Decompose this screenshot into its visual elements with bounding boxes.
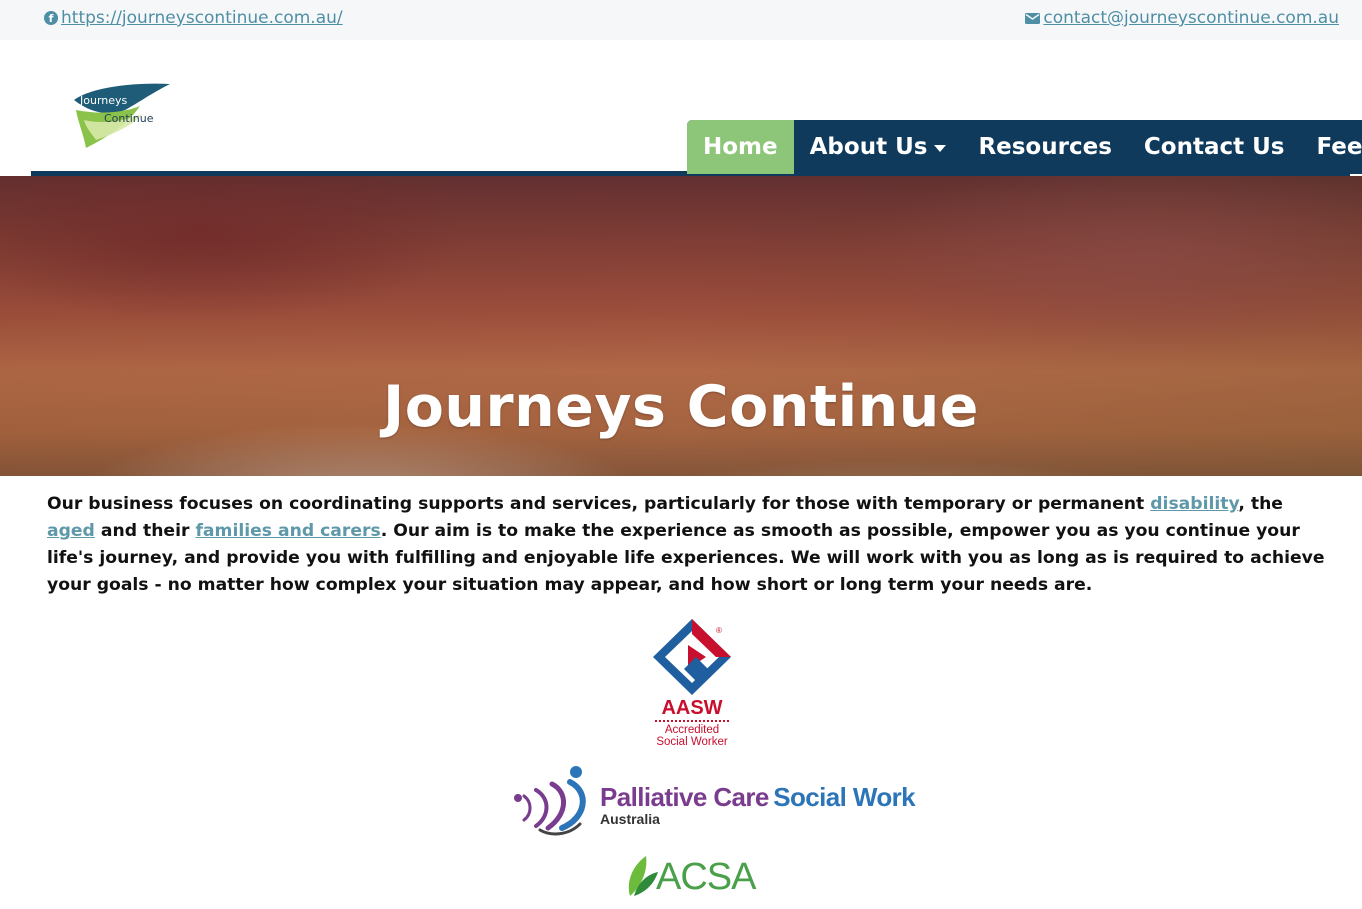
logo-line1: Journeys [79,94,128,107]
intro-paragraph: Our business focuses on coordinating sup… [47,491,1332,599]
aasw-name: AASW [661,697,723,719]
hero-title: Journeys Continue [383,374,979,440]
intro-text-1: Our business focuses on coordinating sup… [47,494,1151,514]
nav-home[interactable]: Home [687,120,794,174]
facebook-link[interactable]: f https://journeyscontinue.com.au/ [44,8,343,28]
pcsw-part1: Palliative Care [600,782,769,812]
main-nav: Home About Us Resources Contact Us Fees [687,120,1362,174]
intro-text-3: and their [94,521,196,541]
aasw-divider [655,720,729,722]
nav-contact-label: Contact Us [1143,134,1285,160]
families-carers-link[interactable]: families and carers [195,521,380,541]
hero-banner: Journeys Continue [0,176,1362,476]
site-logo[interactable]: Journeys Continue [70,80,175,152]
pcsw-part2: Social Work [773,782,915,812]
nav-fees-label: Fees [1316,134,1362,160]
logo-graphic: Journeys Continue [74,83,170,148]
intro-text-2: , the [1238,494,1283,514]
top-bar: f https://journeyscontinue.com.au/ conta… [0,0,1362,40]
pcsw-logo-icon [514,766,586,836]
logo-line2: Continue [104,112,154,125]
aasw-line1: Accredited [664,724,720,736]
pcsw-text: Palliative Care Social Work Australia [600,782,916,827]
aasw-label: AASW Accredited Social Worker [648,697,736,748]
envelope-icon [1025,12,1041,24]
aasw-badge: ® AASW Accredited Social Worker [648,617,736,753]
nav-fees[interactable]: Fees [1300,120,1362,174]
aasw-line2: Social Worker [656,736,728,748]
acsa-name: ACSA [656,856,756,898]
facebook-icon: f [44,11,58,25]
registered-mark: ® [716,626,722,635]
nav-contact-us[interactable]: Contact Us [1128,120,1301,174]
nav-resources[interactable]: Resources [962,120,1127,174]
acsa-badge: ACSA [624,852,764,900]
nav-resources-label: Resources [978,134,1112,160]
leaf-icon [628,856,658,896]
disability-link[interactable]: disability [1150,494,1238,514]
nav-about-label: About Us [809,134,928,160]
pcsw-sub: Australia [600,811,660,827]
email-link[interactable]: contact@journeyscontinue.com.au [1025,8,1339,28]
email-address: contact@journeyscontinue.com.au [1043,8,1339,28]
facebook-url: https://journeyscontinue.com.au/ [61,8,343,28]
nav-home-label: Home [703,134,778,160]
caret-down-icon [934,144,947,152]
pcsw-badge: Palliative Care Social Work Australia [510,762,916,838]
aged-link[interactable]: aged [47,521,95,541]
nav-about-us[interactable]: About Us [794,120,963,174]
aasw-logo-icon: ® [653,619,731,695]
